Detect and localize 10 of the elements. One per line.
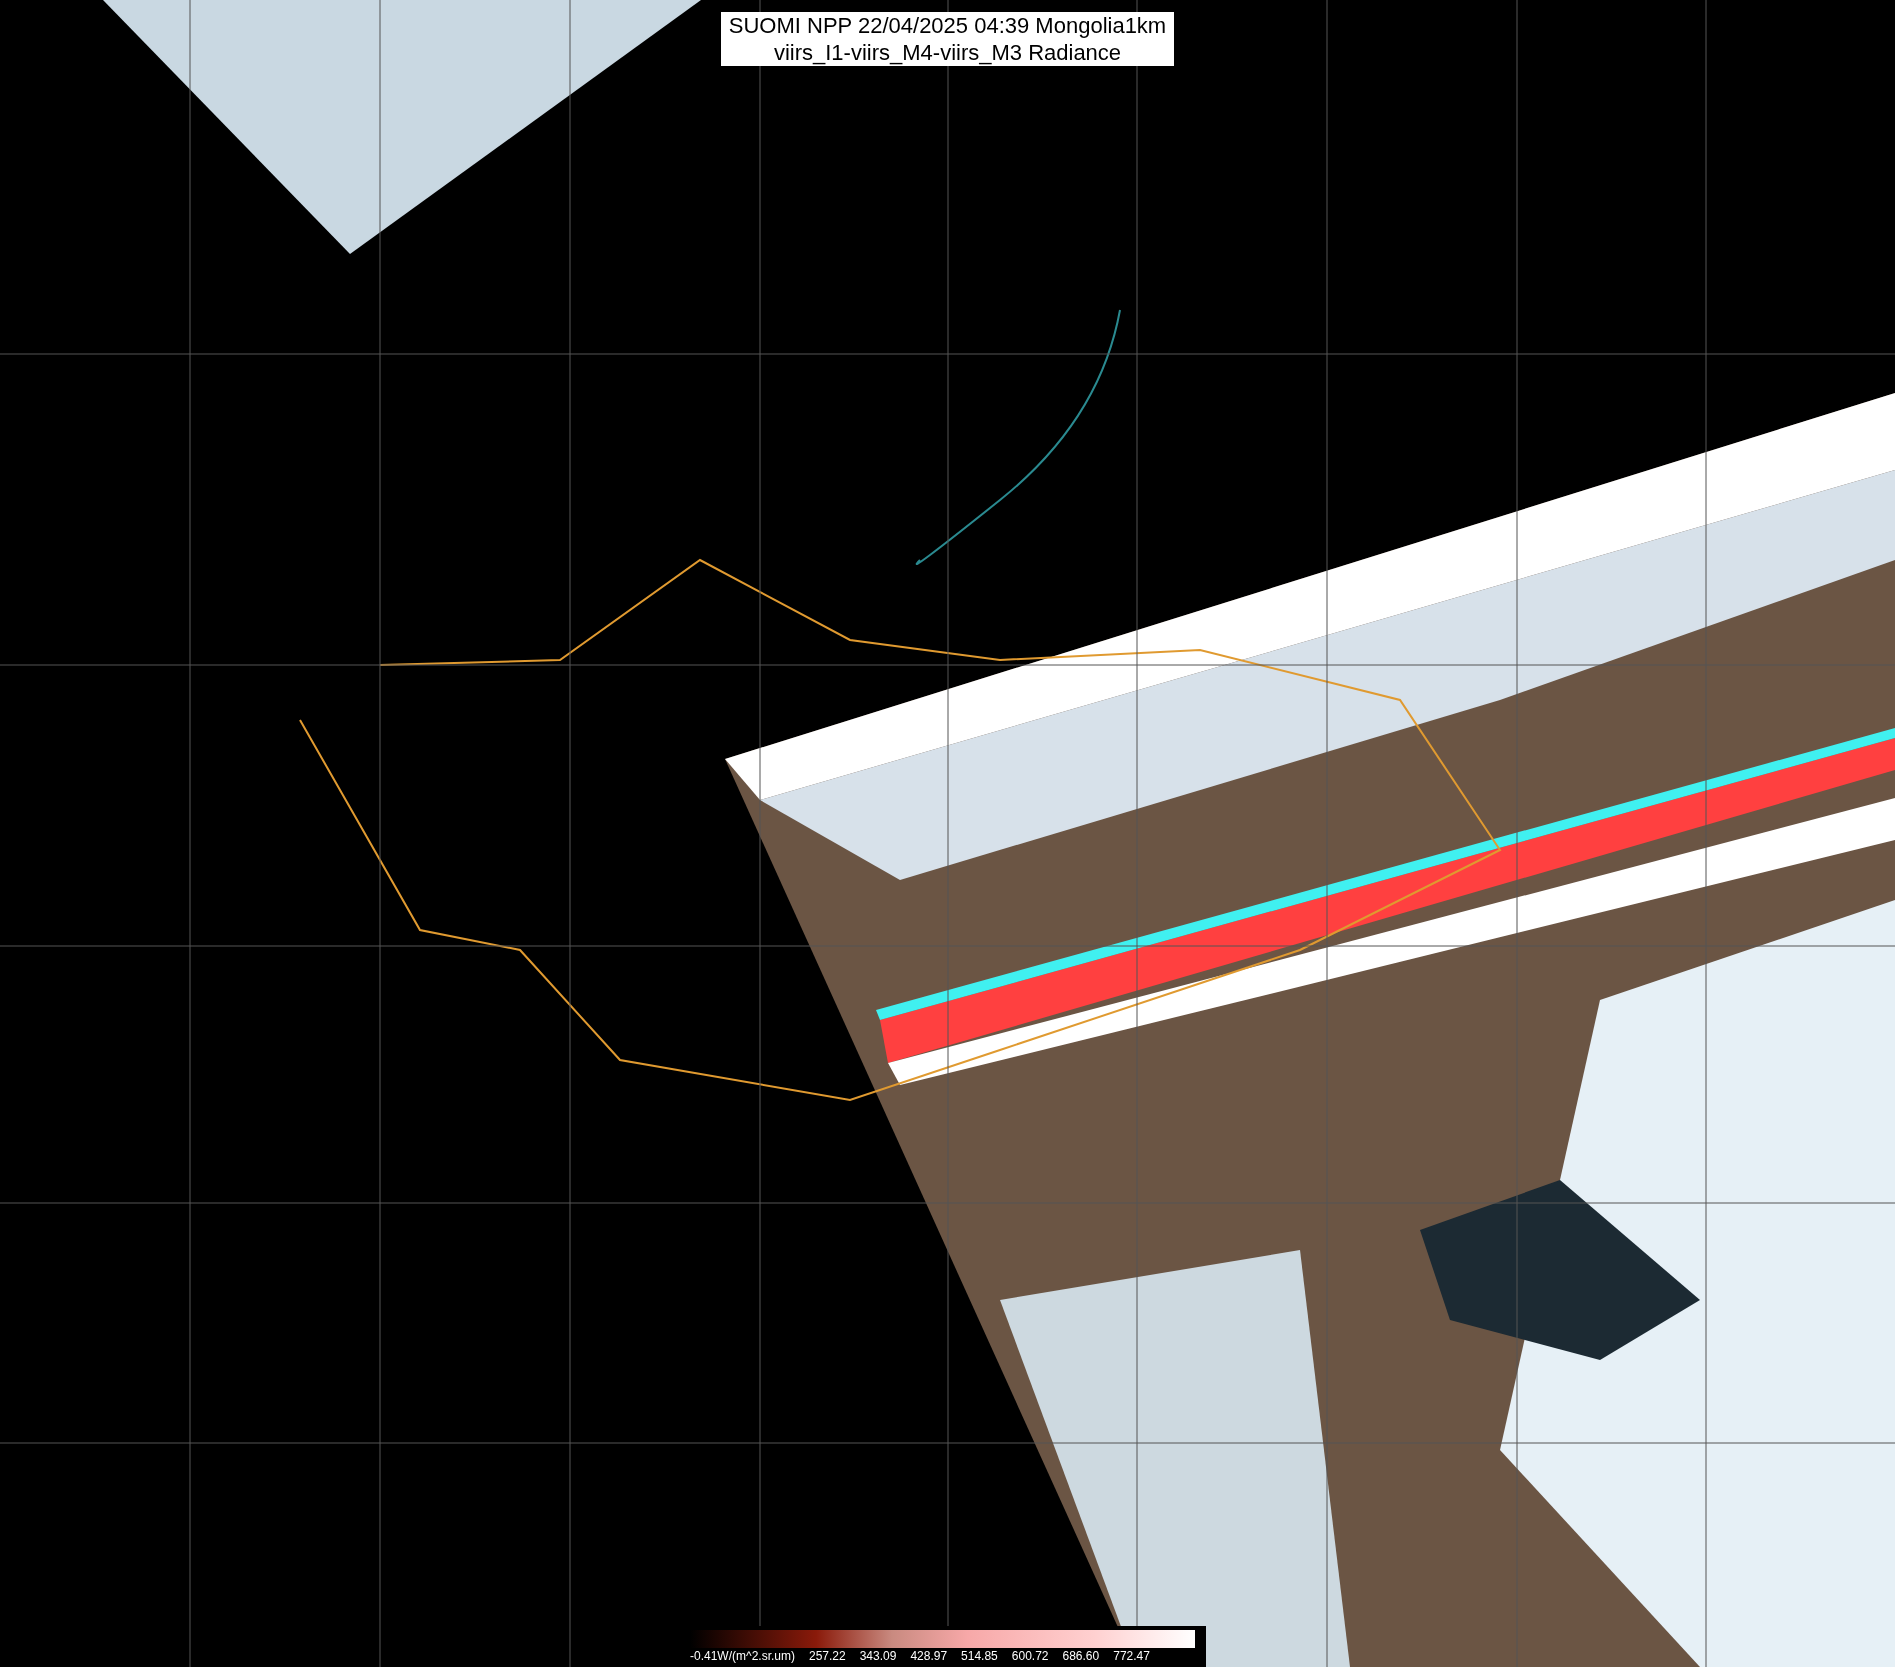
colorbar-unit-label: -0.41W/(m^2.sr.um) bbox=[690, 1648, 795, 1664]
colorbar-tick-label: 343.09 bbox=[859, 1648, 897, 1664]
colorbar-tick-label: 772.47 bbox=[1113, 1648, 1150, 1664]
colorbar-tick-label: 514.85 bbox=[961, 1648, 998, 1664]
colorbar-tick-label: 257.22 bbox=[809, 1648, 846, 1664]
colorbar-tick-label: 428.97 bbox=[910, 1648, 948, 1664]
colorbar-tick-label: 600.72 bbox=[1011, 1648, 1049, 1664]
title-line: viirs_I1-viirs_M4-viirs_M3 Radiance bbox=[772, 39, 1123, 66]
colorbar-tick-label: 686.60 bbox=[1062, 1648, 1100, 1664]
title-line: SUOMI NPP 22/04/2025 04:39 Mongolia1km bbox=[728, 12, 1167, 39]
